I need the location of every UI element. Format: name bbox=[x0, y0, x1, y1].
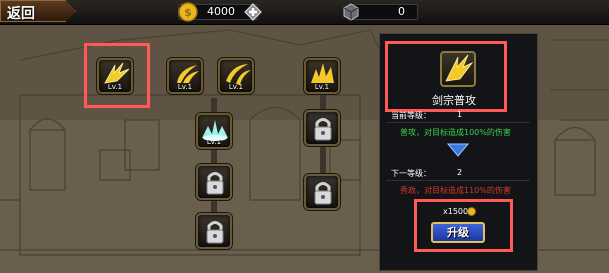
selection-highlight bbox=[414, 199, 513, 252]
lock-icon bbox=[314, 118, 332, 141]
add-gold-icon[interactable] bbox=[244, 3, 262, 21]
current-level-description: 普攻，对目标造成100%的伤害 bbox=[400, 128, 511, 137]
tree-connector bbox=[320, 146, 326, 174]
divider bbox=[386, 180, 530, 181]
skill-slot-locked[interactable] bbox=[196, 164, 232, 200]
gem-amount: 0 bbox=[398, 5, 405, 18]
tree-connector bbox=[211, 200, 217, 214]
selection-highlight bbox=[84, 43, 150, 108]
back-button-label: 返回 bbox=[7, 6, 35, 22]
svg-text:$: $ bbox=[184, 6, 192, 19]
skill-slot-locked[interactable] bbox=[304, 174, 340, 210]
tree-connector bbox=[211, 150, 217, 165]
skill-slot-locked[interactable] bbox=[196, 213, 232, 249]
divider bbox=[386, 122, 530, 123]
arrow-down-icon bbox=[447, 143, 469, 157]
back-button[interactable]: 返回 bbox=[0, 0, 76, 22]
tree-connector bbox=[320, 92, 326, 110]
skill-level: Lv.1 bbox=[314, 83, 330, 91]
skill-slot-double-slash[interactable]: Lv.1 bbox=[218, 58, 254, 94]
current-level-label: 当前等级： bbox=[391, 111, 431, 120]
gold-amount: 4000 bbox=[207, 5, 235, 18]
next-level-value: 2 bbox=[457, 168, 463, 177]
skill-slot-slash[interactable]: Lv.1 bbox=[167, 58, 203, 94]
next-level-description: 秀政，对目标造成110%的伤害 bbox=[400, 186, 511, 195]
selection-highlight bbox=[385, 41, 507, 112]
next-level-label: 下一等级： bbox=[391, 169, 431, 178]
lock-icon bbox=[314, 182, 332, 205]
skill-level: Lv.1 bbox=[177, 83, 193, 91]
gem-box-icon bbox=[343, 3, 359, 21]
coin-icon: $ bbox=[178, 2, 198, 22]
skill-level: Lv.1 bbox=[206, 138, 222, 146]
lock-icon bbox=[206, 172, 224, 195]
top-bar: 返回 $ 4000 0 bbox=[0, 0, 609, 25]
lock-icon bbox=[206, 221, 224, 244]
skill-slot-shockwave[interactable]: Lv.1 bbox=[196, 113, 232, 149]
skill-slot-burst[interactable]: Lv.1 bbox=[304, 58, 340, 94]
current-level-value: 1 bbox=[457, 110, 463, 119]
skill-level: Lv.1 bbox=[228, 83, 244, 91]
skill-slot-locked[interactable] bbox=[304, 110, 340, 146]
tree-connector bbox=[211, 98, 217, 114]
